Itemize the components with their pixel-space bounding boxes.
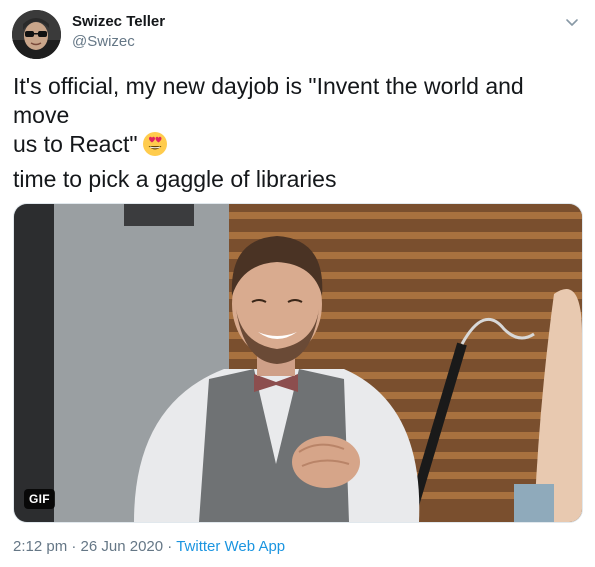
gif-badge: GIF: [24, 489, 55, 509]
chevron-down-icon[interactable]: [562, 12, 582, 32]
tweet-text-line-1: It's official, my new dayjob is "Invent …: [13, 73, 524, 128]
author-name[interactable]: Swizec Teller: [72, 13, 165, 30]
avatar[interactable]: [12, 10, 61, 59]
tweet-text-line-2: us to React": [13, 131, 138, 157]
tweet-card: Swizec Teller @Swizec It's official, my …: [0, 0, 595, 567]
heart-eyes-emoji-icon: [142, 131, 168, 164]
author-handle[interactable]: @Swizec: [72, 33, 135, 50]
meta-separator-2: ·: [163, 538, 177, 555]
tweet-text: It's official, my new dayjob is "Invent …: [13, 72, 583, 164]
tweet-time[interactable]: 2:12 pm: [13, 538, 67, 555]
tweet-source-link[interactable]: Twitter Web App: [176, 538, 285, 555]
tweet-meta: 2:12 pm · 26 Jun 2020 · Twitter Web App: [13, 538, 285, 555]
meta-separator: ·: [67, 538, 81, 555]
gif-media[interactable]: GIF: [13, 203, 583, 523]
tweet-date[interactable]: 26 Jun 2020: [81, 538, 164, 555]
tweet-text-line-3: time to pick a gaggle of libraries: [13, 166, 337, 192]
